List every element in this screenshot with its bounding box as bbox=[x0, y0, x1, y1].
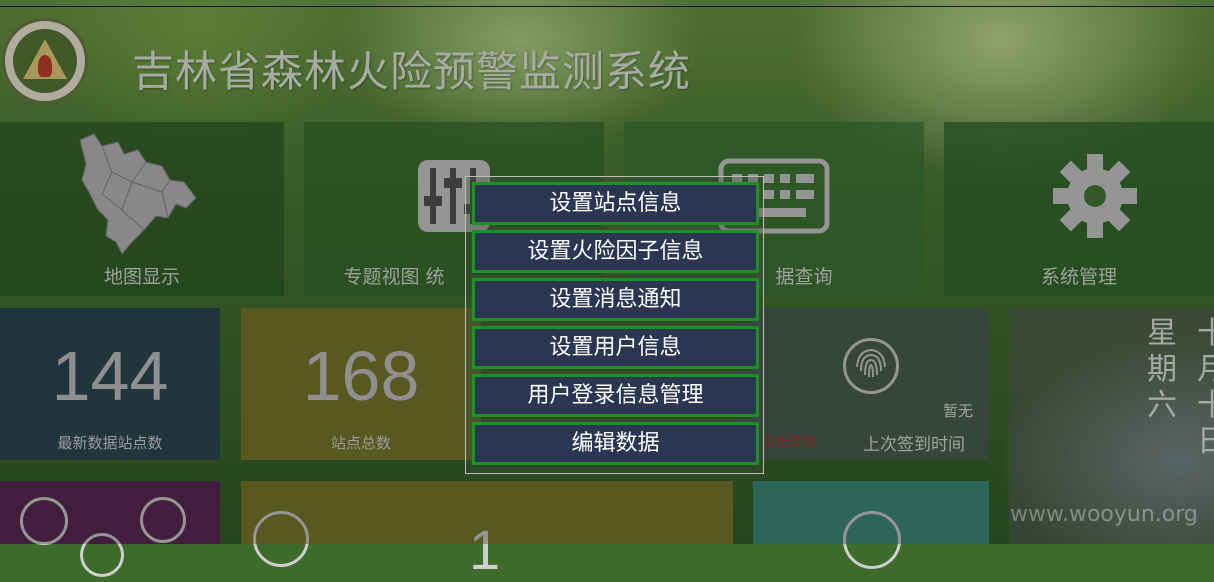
set-notification-button[interactable]: 设置消息通知 bbox=[472, 278, 759, 321]
system-management-menu: 设置站点信息 设置火险因子信息 设置消息通知 设置用户信息 用户登录信息管理 编… bbox=[465, 176, 764, 474]
edit-data-button[interactable]: 编辑数据 bbox=[472, 422, 759, 465]
watermark: www.wooyun.org bbox=[1010, 502, 1198, 527]
login-info-management-button[interactable]: 用户登录信息管理 bbox=[472, 374, 759, 417]
set-user-info-button[interactable]: 设置用户信息 bbox=[472, 326, 759, 369]
set-station-info-button[interactable]: 设置站点信息 bbox=[472, 182, 759, 225]
set-fire-factor-button[interactable]: 设置火险因子信息 bbox=[472, 230, 759, 273]
